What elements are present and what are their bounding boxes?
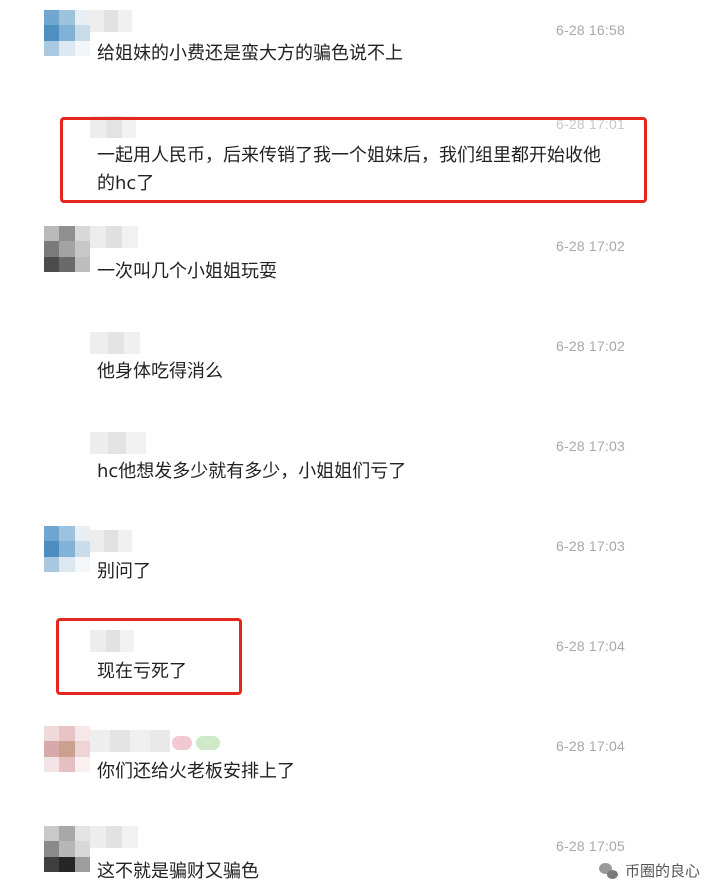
wechat-icon [598, 861, 619, 881]
comment-text: hc他想发多少就有多少，小姐姐们亏了 [97, 461, 407, 482]
comment-text: 一次叫几个小姐姐玩耍 [97, 261, 277, 282]
comment-text: 这不就是骗财又骗色 [97, 861, 259, 882]
avatar[interactable] [44, 526, 90, 572]
username-blurred [90, 530, 132, 552]
comment-time: 6-28 16:58 [556, 22, 625, 38]
highlight-box [56, 618, 242, 695]
comment-text: 他身体吃得消么 [97, 361, 223, 382]
comment-time: 6-28 17:05 [556, 838, 625, 854]
watermark: 币圈的良心 [598, 860, 700, 881]
avatar[interactable] [44, 826, 90, 872]
username-blurred [90, 432, 146, 454]
comment-item: 6-28 16:58 给姐妹的小费还是蛮大方的骗色说不上 [0, 10, 712, 110]
username-blurred [90, 226, 138, 248]
comment-text: 你们还给火老板安排上了 [97, 761, 295, 782]
comment-item: 6-28 17:04 你们还给火老板安排上了 [0, 726, 712, 826]
avatar[interactable] [44, 726, 90, 772]
comment-text: 给姐妹的小费还是蛮大方的骗色说不上 [97, 43, 403, 64]
highlight-box [60, 117, 647, 203]
comment-item: 6-28 17:03 别问了 [0, 526, 712, 626]
username-blurred [90, 730, 250, 752]
username-blurred [90, 10, 132, 32]
emoji-decoration [172, 736, 192, 750]
username-blurred [90, 332, 140, 354]
avatar[interactable] [44, 226, 90, 272]
comment-time: 6-28 17:02 [556, 338, 625, 354]
comment-time: 6-28 17:02 [556, 238, 625, 254]
emoji-decoration [196, 736, 220, 750]
watermark-text: 币圈的良心 [624, 863, 700, 880]
comment-time: 6-28 17:04 [556, 638, 625, 654]
username-blurred [90, 826, 138, 848]
comment-item: 6-28 17:02 他身体吃得消么 [0, 326, 712, 426]
comment-item: 6-28 17:02 一次叫几个小姐姐玩耍 [0, 226, 712, 326]
comment-time: 6-28 17:03 [556, 438, 625, 454]
comment-time: 6-28 17:04 [556, 738, 625, 754]
comment-text: 别问了 [97, 561, 151, 582]
avatar[interactable] [44, 10, 90, 56]
comment-time: 6-28 17:03 [556, 538, 625, 554]
comment-item: 6-28 17:03 hc他想发多少就有多少，小姐姐们亏了 [0, 426, 712, 526]
